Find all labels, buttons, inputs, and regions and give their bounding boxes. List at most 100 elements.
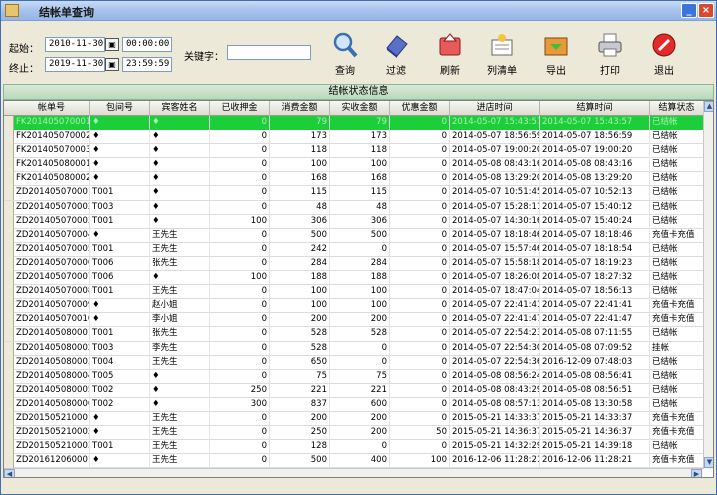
row-header[interactable] [4,271,14,286]
row-header[interactable] [4,242,14,257]
table-row[interactable]: ZD201405080003 T004 王先生 0 650 0 0 2014-05-07 22… [4,355,704,370]
scroll-down-button[interactable]: ▼ [704,457,713,468]
cell-consumption: 118 [270,144,330,159]
table-row[interactable]: FK201405080001 ♦ ♦ 0 100 100 0 2014-05-08 08:43… [4,158,704,173]
exit-button[interactable]: 退出 [642,32,686,78]
filter-button[interactable]: 过滤 [374,32,418,78]
cell-room-no: T001 [90,242,150,257]
row-header[interactable] [4,158,14,173]
row-header[interactable] [4,228,14,243]
row-header[interactable] [4,172,14,187]
table-row[interactable]: ZD201405080005 T002 ♦ 250 221 221 0 2014-05-08 … [4,383,704,398]
row-header[interactable] [4,299,14,314]
start-time-field[interactable]: 00:00:00 [122,37,172,52]
cell-settle-status: 挂帐 [650,341,704,356]
column-header-settle-status[interactable]: 结算状态 [650,101,704,116]
table-row[interactable]: FK201405070003 ♦ ♦ 0 118 118 0 2014-05-07 19:00… [4,144,704,159]
table-row[interactable]: ZD201405080006 T002 ♦ 300 837 600 0 2014-05-08 … [4,397,704,412]
cell-room-no: ♦ [90,116,150,130]
table-row[interactable]: ZD201505210003 T001 王先生 0 128 0 0 2015-05-21 14… [4,440,704,455]
table-row[interactable]: ZD201405080001 T001 张先生 0 528 528 0 2014-05-07 … [4,327,704,342]
table-row[interactable]: ZD201405070001 T001 ♦ 0 115 115 0 2014-05-07 10… [4,186,704,201]
row-header[interactable] [4,369,14,384]
query-button[interactable]: 查询 [323,32,367,78]
row-header[interactable] [4,426,14,441]
printer-icon [598,33,622,57]
print-button[interactable]: 打印 [588,32,632,78]
scroll-right-button[interactable]: ▶ [691,469,702,477]
column-header-room-no[interactable]: 包间号 [90,101,150,116]
column-header-settle-time[interactable]: 结算时间 [540,101,650,116]
column-header-discount[interactable]: 优惠金额 [390,101,450,116]
table-row[interactable]: FK201405080002 ♦ ♦ 0 168 168 0 2014-05-08 13:29… [4,172,704,187]
row-header[interactable] [4,214,14,229]
column-header-received[interactable]: 实收金额 [330,101,390,116]
cell-room-no: T005 [90,369,150,384]
end-calendar-icon[interactable]: ▣ [105,58,119,71]
scroll-left-button[interactable]: ◀ [4,469,15,477]
close-button[interactable]: × [698,3,714,18]
cell-guest-name: 王先生 [150,355,210,370]
table-row[interactable]: ZD201405070007 T006 ♦ 100 188 188 0 2014-05-07 … [4,271,704,286]
scroll-up-button[interactable]: ▲ [704,101,713,112]
column-header-deposit[interactable]: 已收押金 [210,101,270,116]
table-row[interactable]: ZD201405070002 T003 ♦ 0 48 48 0 2014-05-07 15:2… [4,200,704,215]
table-row[interactable]: ZD201405070008 T001 王先生 0 100 100 0 2014-05-07 … [4,285,704,300]
row-header[interactable] [4,411,14,426]
table-row[interactable]: ZD201505210002 ♦ 王先生 0 250 200 50 2015-05-21 14… [4,426,704,441]
horizontal-scrollbar[interactable]: ◀ ▶ [4,468,703,477]
table-row[interactable]: ZD201405070009 ♦ 赵小姐 0 100 100 0 2014-05-07 22:… [4,299,704,314]
row-header[interactable] [4,130,14,145]
export-button[interactable]: 导出 [534,32,578,78]
end-time-field[interactable]: 23:59:59 [122,57,172,72]
end-date-field[interactable]: 2019-11-30 [45,57,105,72]
table-row[interactable]: ZD201405080002 T003 李先生 0 528 0 0 2014-05-07 22… [4,341,704,356]
row-header[interactable] [4,383,14,398]
cell-settle-status: 充值卡充值 [650,426,704,441]
row-header[interactable] [4,256,14,271]
minimize-button[interactable]: _ [681,3,697,18]
status-bar [1,480,716,494]
row-header[interactable] [4,355,14,370]
table-row[interactable]: ZD201405070005 T001 王先生 0 242 0 0 2014-05-07 15… [4,242,704,257]
row-header[interactable] [4,454,14,469]
keyword-input[interactable] [227,45,311,60]
row-header[interactable] [4,116,14,130]
table-row[interactable]: ZD201612060001 ♦ 王先生 0 500 400 100 2016-12-06 1… [4,454,704,469]
row-header[interactable] [4,341,14,356]
row-header[interactable] [4,327,14,342]
cell-consumption: 128 [270,440,330,455]
cell-received: 188 [330,271,390,286]
table-row[interactable]: ZD201405070006 T006 张先生 0 284 284 0 2014-05-07 … [4,256,704,272]
cell-deposit: 300 [210,397,270,412]
start-date-field[interactable]: 2010-11-30 [45,37,105,52]
table-row[interactable]: FK20140507000​1 ♦ ♦ 0 79 79 0 2014-05-07 15:43:… [4,116,704,131]
cell-room-no: T001 [90,186,150,201]
table-row[interactable]: ZD201405070010 ♦ 李小姐 0 200 200 0 2014-05-07 22:… [4,313,704,328]
column-header-checkin-time[interactable]: 进店时间 [450,101,540,116]
column-header-guest-name[interactable]: 宾客姓名 [150,101,210,116]
table-row[interactable]: ZD201405080004 T005 ♦ 0 75 75 0 2014-05-08 08:5… [4,369,704,384]
cell-consumption: 284 [270,256,330,271]
row-header[interactable] [4,200,14,215]
cell-guest-name: ♦ [150,144,210,159]
row-header[interactable] [4,440,14,455]
results-table[interactable]: 帐单号 包间号 宾客姓名 已收押金 消费金额 实收金额 优惠金额 进店时间 结算时间 结算状态 F… [3,100,714,478]
row-header[interactable] [4,186,14,201]
row-header[interactable] [4,313,14,328]
row-header[interactable] [4,397,14,412]
column-header-bill-no[interactable]: 帐单号 [14,101,90,116]
refresh-button[interactable]: 刷新 [428,32,472,78]
table-row[interactable]: ZD201405070004 ♦ 王先生 0 500 500 0 2014-05-07 18:… [4,228,704,243]
row-header[interactable] [4,144,14,159]
list-button[interactable]: 列清单 [480,32,524,78]
column-header-consumption[interactable]: 消费金额 [270,101,330,116]
cell-received: 0 [330,355,390,370]
table-row[interactable]: FK201405070002 ♦ ♦ 0 173 173 0 2014-05-07 18:56… [4,130,704,145]
row-header[interactable] [4,285,14,300]
table-row[interactable]: ZD201505210001 ♦ 王先生 0 200 200 0 2015-05-21 14:… [4,411,704,427]
cell-discount: 100 [390,454,450,469]
vertical-scrollbar[interactable]: ▲ ▼ [703,101,713,469]
table-row[interactable]: ZD201405070003 T001 ♦ 100 306 306 0 2014-05-07 … [4,214,704,229]
start-calendar-icon[interactable]: ▣ [105,38,119,51]
